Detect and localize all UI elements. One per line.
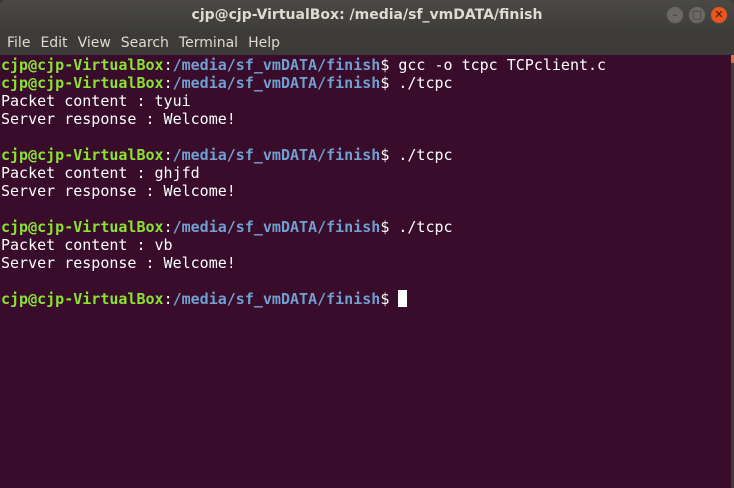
prompt-line: cjp@cjp-VirtualBox:/media/sf_vmDATA/fini… [0,218,731,236]
output-line: Server response : Welcome! [1,182,236,200]
prompt-symbol: $ [380,74,399,92]
output-line: Server response : Welcome! [1,254,236,272]
prompt-symbol: $ [380,290,399,308]
menu-view[interactable]: View [73,35,116,51]
prompt-symbol: $ [380,146,399,164]
prompt-line: cjp@cjp-VirtualBox:/media/sf_vmDATA/fini… [0,74,731,92]
prompt-separator: : [163,146,173,164]
prompt-path: /media/sf_vmDATA/finish [172,74,381,92]
prompt-path: /media/sf_vmDATA/finish [172,290,381,308]
menu-edit[interactable]: Edit [35,35,72,51]
prompt-user: cjp@cjp-VirtualBox [1,74,164,92]
command-text: ./tcpc [398,146,453,164]
prompt-separator: : [163,74,173,92]
prompt-user: cjp@cjp-VirtualBox [1,218,164,236]
prompt-path: /media/sf_vmDATA/finish [172,56,381,74]
terminal-output[interactable]: cjp@cjp-VirtualBox:/media/sf_vmDATA/fini… [0,55,731,488]
prompt-symbol: $ [380,56,399,74]
command-text: ./tcpc [398,218,453,236]
prompt-path: /media/sf_vmDATA/finish [172,146,381,164]
maximize-button[interactable]: □ [688,6,706,24]
menu-help[interactable]: Help [243,35,285,51]
prompt-user: cjp@cjp-VirtualBox [1,56,164,74]
prompt-user: cjp@cjp-VirtualBox [1,290,164,308]
menu-terminal[interactable]: Terminal [174,35,243,51]
prompt-line: cjp@cjp-VirtualBox:/media/sf_vmDATA/fini… [0,146,731,164]
prompt-line: cjp@cjp-VirtualBox:/media/sf_vmDATA/fini… [0,56,731,74]
command-text: gcc -o tcpc TCPclient.c [398,56,607,74]
menu-bar: File Edit View Search Terminal Help [0,31,734,55]
prompt-symbol: $ [380,218,399,236]
menu-search[interactable]: Search [116,35,174,51]
output-line: Server response : Welcome! [1,110,236,128]
command-text: ./tcpc [398,74,453,92]
minimize-button[interactable]: – [666,6,684,24]
prompt-separator: : [163,290,173,308]
prompt-separator: : [163,56,173,74]
output-line: Packet content : vb [1,236,173,254]
close-button[interactable]: ✕ [710,6,728,24]
menu-file[interactable]: File [2,35,35,51]
output-line: Packet content : tyui [1,92,191,110]
prompt-user: cjp@cjp-VirtualBox [1,146,164,164]
prompt-separator: : [163,218,173,236]
title-bar: cjp@cjp-VirtualBox: /media/sf_vmDATA/fin… [0,0,734,31]
output-line: Packet content : ghjfd [1,164,200,182]
cursor [398,290,408,307]
window-title: cjp@cjp-VirtualBox: /media/sf_vmDATA/fin… [191,7,543,23]
prompt-path: /media/sf_vmDATA/finish [172,218,381,236]
prompt-line: cjp@cjp-VirtualBox:/media/sf_vmDATA/fini… [0,290,731,308]
